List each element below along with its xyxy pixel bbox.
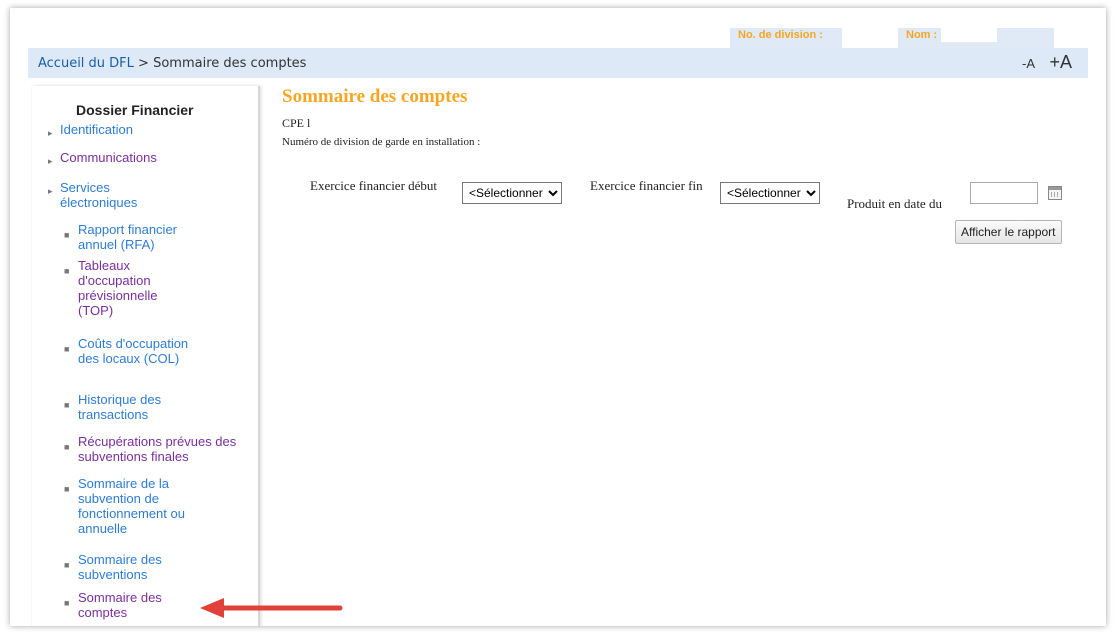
sidebar-subitem-label[interactable]: Récupérations prévues des subventions fi… <box>78 434 256 464</box>
page-title: Sommaire des comptes <box>282 86 468 107</box>
sidebar-subitem-fonctionnement[interactable]: ■ Sommaire de la subvention de fonctionn… <box>64 476 190 536</box>
sidebar-subitem-label[interactable]: Historique des transactions <box>78 392 188 422</box>
browser-frame: No. de division : Nom : Accueil du DFL >… <box>10 8 1106 626</box>
date-label: Produit en date du <box>847 196 942 211</box>
bullet-icon: ■ <box>64 598 70 608</box>
decrease-font-button[interactable]: -A <box>1022 56 1035 71</box>
show-report-button[interactable]: Afficher le rapport <box>955 220 1062 244</box>
date-input[interactable] <box>970 182 1038 204</box>
bullet-icon: ■ <box>64 344 70 354</box>
bullet-icon: ▸ <box>48 156 53 166</box>
bullet-icon: ■ <box>64 442 70 452</box>
sidebar-item-label[interactable]: Communications <box>60 150 157 165</box>
sidebar-subitem-label[interactable]: Tableaux d'occupation prévisionnelle (TO… <box>78 258 188 318</box>
bullet-icon: ▸ <box>48 128 53 138</box>
breadcrumb-current: Sommaire des comptes <box>153 55 307 71</box>
fiscal-start-select[interactable]: <Sélectionner> <box>462 182 562 204</box>
calendar-icon[interactable] <box>1048 186 1062 200</box>
bullet-icon: ▸ <box>48 186 53 196</box>
fiscal-start-label: Exercice financier début <box>310 178 438 193</box>
sidebar-item-label[interactable]: Services électroniques <box>60 180 160 210</box>
sidebar-item-services-electroniques[interactable]: ▸ Services électroniques <box>48 180 160 210</box>
sidebar-subitem-rfa[interactable]: ■ Rapport financier annuel (RFA) <box>64 222 208 252</box>
sidebar-item-identification[interactable]: ▸ Identification <box>48 122 133 138</box>
sidebar-subitem-label[interactable]: Coûts d'occupation des locaux (COL) <box>78 336 198 366</box>
red-arrow-icon <box>200 598 343 618</box>
sidebar-item-label[interactable]: Identification <box>60 122 133 137</box>
breadcrumb-home-link[interactable]: Accueil du DFL <box>38 56 134 71</box>
breadcrumb: Accueil du DFL > Sommaire des comptes <box>28 56 306 71</box>
breadcrumb-bar: Accueil du DFL > Sommaire des comptes -A… <box>28 48 1088 78</box>
name-label: Nom : <box>906 29 938 41</box>
cpe-label: CPE l <box>282 116 311 130</box>
sidebar-subitem-comptes[interactable]: ■ Sommaire des comptes <box>64 590 178 620</box>
sidebar-subitem-historique[interactable]: ■ Historique des transactions <box>64 392 188 422</box>
bullet-icon: ■ <box>64 560 70 570</box>
sidebar-title: Dossier Financier <box>76 102 194 118</box>
arrow-head <box>200 598 224 618</box>
sidebar-item-communications[interactable]: ▸ Communications <box>48 150 157 166</box>
breadcrumb-separator: > <box>133 55 154 71</box>
division-label: No. de division : <box>738 29 823 41</box>
bullet-icon: ■ <box>64 484 70 494</box>
division-tab: No. de division : <box>730 28 842 48</box>
bullet-icon: ■ <box>64 400 70 410</box>
name-tab: Nom : <box>898 28 1054 48</box>
increase-font-button[interactable]: +A <box>1049 52 1072 72</box>
font-size-controls: -A +A <box>1022 52 1072 73</box>
sidebar-subitem-label[interactable]: Sommaire de la subvention de fonctionnem… <box>78 476 190 536</box>
bullet-icon: ■ <box>64 266 70 276</box>
sidebar-subitem-label[interactable]: Sommaire des comptes <box>78 590 178 620</box>
sidebar-subitem-top[interactable]: ■ Tableaux d'occupation prévisionnelle (… <box>64 258 188 318</box>
sidebar-subitem-recuperations[interactable]: ■ Récupérations prévues des subventions … <box>64 434 256 464</box>
sidebar-subitem-label[interactable]: Sommaire des subventions <box>78 552 178 582</box>
division-number-label: Numéro de division de garde en installat… <box>282 136 481 148</box>
bullet-icon: ■ <box>64 230 70 240</box>
fiscal-end-label: Exercice financier fin <box>590 178 703 193</box>
sidebar-subitem-subventions[interactable]: ■ Sommaire des subventions <box>64 552 178 582</box>
sidebar-subitem-col[interactable]: ■ Coûts d'occupation des locaux (COL) <box>64 336 198 366</box>
sidebar-subitem-label[interactable]: Rapport financier annuel (RFA) <box>78 222 208 252</box>
name-value <box>941 28 998 42</box>
main-content: Sommaire des comptes CPE l Numéro de div… <box>282 86 1092 626</box>
fiscal-end-select[interactable]: <Sélectionner> <box>720 182 820 204</box>
sidebar: Dossier Financier ▸ Identification ▸ Com… <box>32 86 260 626</box>
